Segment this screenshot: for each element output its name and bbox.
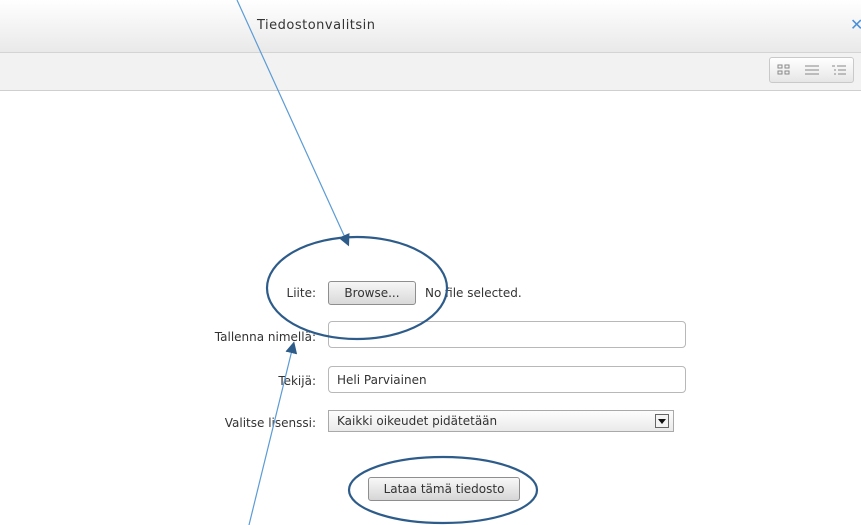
tree-view-icon[interactable] xyxy=(825,58,853,82)
upload-file-button[interactable]: Lataa tämä tiedosto xyxy=(368,477,520,501)
close-icon[interactable]: ✕ xyxy=(850,15,861,34)
grid-view-icon[interactable] xyxy=(770,58,798,82)
view-switcher xyxy=(769,57,854,83)
author-input[interactable]: Heli Parviainen xyxy=(328,366,686,393)
save-as-input[interactable] xyxy=(328,321,686,348)
dialog-title: Tiedostonvalitsin xyxy=(257,18,376,33)
author-label: Tekijä: xyxy=(278,374,316,388)
annotation-arrow-bottom xyxy=(248,341,298,525)
no-file-text: No file selected. xyxy=(425,286,522,300)
toolbar xyxy=(0,53,861,91)
chevron-down-icon[interactable] xyxy=(655,414,669,428)
list-view-icon[interactable] xyxy=(798,58,826,82)
license-label: Valitse lisenssi: xyxy=(224,416,316,430)
license-selected-value: Kaikki oikeudet pidätetään xyxy=(337,414,498,428)
browse-button[interactable]: Browse... xyxy=(328,281,416,305)
attachment-label: Liite: xyxy=(286,286,316,300)
license-select[interactable]: Kaikki oikeudet pidätetään xyxy=(328,410,674,432)
save-as-label: Tallenna nimellä: xyxy=(214,330,316,344)
dialog-titlebar: Tiedostonvalitsin ✕ xyxy=(0,0,861,53)
